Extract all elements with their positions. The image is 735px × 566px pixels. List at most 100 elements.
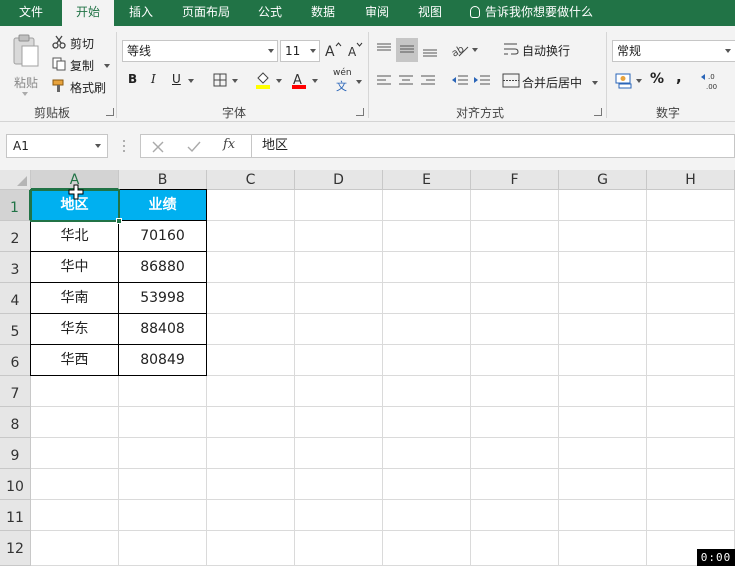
tab-2[interactable]: 插入	[114, 0, 168, 26]
cell[interactable]	[295, 190, 383, 221]
cell[interactable]	[559, 190, 647, 221]
cell[interactable]	[559, 407, 647, 438]
cell[interactable]	[383, 283, 471, 314]
tab-0[interactable]: 文件	[0, 0, 62, 26]
tab-7[interactable]: 视图	[404, 0, 456, 26]
cell[interactable]	[559, 531, 647, 566]
cell[interactable]	[295, 221, 383, 252]
cell[interactable]	[207, 469, 295, 500]
row-header-2[interactable]: 2	[0, 221, 31, 252]
cell[interactable]	[295, 500, 383, 531]
cell[interactable]	[295, 407, 383, 438]
cell[interactable]	[559, 500, 647, 531]
cell[interactable]	[647, 221, 735, 252]
cell[interactable]	[207, 500, 295, 531]
cell[interactable]	[207, 345, 295, 376]
wrap-text-button[interactable]: 自动换行	[502, 40, 580, 60]
cell[interactable]	[207, 252, 295, 283]
cell[interactable]	[295, 438, 383, 469]
cell[interactable]	[383, 469, 471, 500]
cell[interactable]	[119, 500, 207, 531]
table-cell[interactable]: 70160	[118, 220, 207, 252]
cell[interactable]	[31, 376, 119, 407]
cell[interactable]	[207, 531, 295, 566]
row-header-4[interactable]: 4	[0, 283, 31, 314]
enter-check-icon[interactable]	[187, 140, 201, 154]
fill-color-button[interactable]	[254, 70, 286, 90]
cell[interactable]	[647, 283, 735, 314]
percent-button[interactable]: %	[650, 71, 664, 87]
fill-handle[interactable]	[116, 218, 122, 224]
align-middle-button[interactable]	[396, 38, 418, 62]
font-color-button[interactable]: A	[290, 70, 322, 90]
cell[interactable]	[31, 469, 119, 500]
cell[interactable]	[383, 190, 471, 221]
cell[interactable]	[559, 221, 647, 252]
cell[interactable]	[647, 500, 735, 531]
cell[interactable]	[647, 469, 735, 500]
underline-button[interactable]: U	[172, 72, 181, 86]
worksheet-grid[interactable]: A B C D E F G H 1 2 3 4 5 6 7 8 9 10 11 12 地区 业绩 华北 70160 华中 8688…	[0, 170, 735, 566]
cell[interactable]	[383, 345, 471, 376]
table-cell[interactable]: 88408	[118, 313, 207, 345]
row-header-5[interactable]: 5	[0, 314, 31, 345]
table-cell[interactable]: 53998	[118, 282, 207, 314]
cell[interactable]	[383, 314, 471, 345]
cell[interactable]	[471, 376, 559, 407]
cell[interactable]	[207, 283, 295, 314]
cell[interactable]	[207, 438, 295, 469]
format-painter-button[interactable]: 格式刷	[50, 78, 114, 96]
tab-1[interactable]: 开始	[62, 0, 114, 26]
tab-6[interactable]: 审阅	[350, 0, 404, 26]
cell[interactable]	[471, 221, 559, 252]
underline-dropdown-icon[interactable]	[188, 79, 194, 83]
bold-button[interactable]: B	[128, 72, 137, 86]
cell[interactable]	[559, 345, 647, 376]
table-cell[interactable]: 华东	[30, 313, 119, 345]
cell[interactable]	[295, 314, 383, 345]
cell[interactable]	[383, 376, 471, 407]
insert-function-button[interactable]: fx	[223, 137, 235, 152]
column-header-e[interactable]: E	[383, 170, 471, 190]
alignment-launcher-icon[interactable]	[594, 108, 602, 116]
cell[interactable]	[383, 252, 471, 283]
decrease-indent-button[interactable]	[450, 72, 470, 90]
cell[interactable]	[207, 221, 295, 252]
cancel-icon[interactable]	[151, 140, 165, 154]
name-box[interactable]: A1	[6, 134, 108, 158]
italic-button[interactable]: I	[151, 72, 156, 86]
cell[interactable]	[119, 376, 207, 407]
cell[interactable]	[471, 407, 559, 438]
align-left-button[interactable]	[374, 72, 394, 90]
shrink-font-button[interactable]: A	[346, 40, 364, 60]
font-name-combo[interactable]: 等线	[122, 40, 278, 62]
row-header-11[interactable]: 11	[0, 500, 31, 531]
paste-button[interactable]: 粘贴	[6, 34, 44, 96]
column-header-g[interactable]: G	[559, 170, 647, 190]
cut-button[interactable]: 剪切	[50, 34, 110, 52]
cell[interactable]	[31, 531, 119, 566]
cell[interactable]	[559, 252, 647, 283]
table-cell[interactable]: 华西	[30, 344, 119, 376]
grow-font-button[interactable]: A	[324, 40, 342, 60]
cell[interactable]	[295, 376, 383, 407]
tab-3[interactable]: 页面布局	[168, 0, 244, 26]
table-cell[interactable]: 华北	[30, 220, 119, 252]
cell[interactable]	[119, 407, 207, 438]
table-cell[interactable]: 华南	[30, 282, 119, 314]
cell[interactable]	[647, 376, 735, 407]
cell[interactable]	[295, 531, 383, 566]
tab-4[interactable]: 公式	[244, 0, 296, 26]
formula-input[interactable]: 地区	[252, 134, 735, 158]
tell-me-box[interactable]: 告诉我你想要做什么	[470, 0, 593, 26]
cell[interactable]	[295, 345, 383, 376]
font-launcher-icon[interactable]	[356, 108, 364, 116]
row-header-8[interactable]: 8	[0, 407, 31, 438]
cell[interactable]	[471, 438, 559, 469]
cell[interactable]	[119, 438, 207, 469]
increase-indent-button[interactable]	[472, 72, 492, 90]
cell[interactable]	[559, 376, 647, 407]
cell[interactable]	[295, 283, 383, 314]
cell[interactable]	[119, 531, 207, 566]
row-header-12[interactable]: 12	[0, 531, 31, 566]
